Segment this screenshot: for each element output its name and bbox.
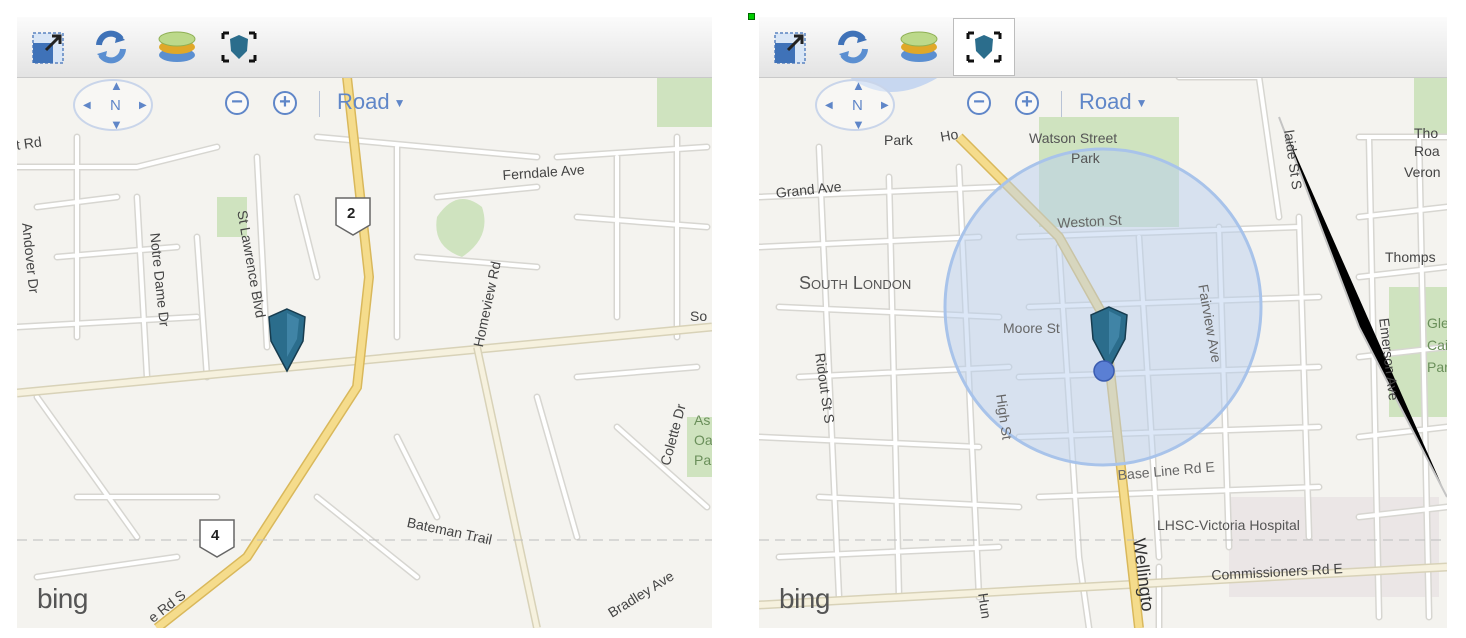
bing-logo: bing (779, 583, 830, 614)
layers-icon (158, 31, 196, 62)
locate-me-icon (221, 31, 257, 63)
poi-label: Gle (1427, 315, 1447, 331)
compass-control[interactable]: ▲ ◀ N ▶ ▼ (73, 79, 153, 131)
street-label: Moore St (1003, 320, 1060, 336)
compass-north: N (852, 97, 863, 114)
layers-button[interactable] (153, 23, 201, 71)
poi-label: Cai (1427, 337, 1447, 353)
map-canvas[interactable] (17, 77, 712, 628)
locate-me-icon (966, 31, 1002, 63)
street-label: Thomps (1385, 249, 1436, 265)
map-toolbar (17, 17, 712, 78)
bing-logo: bing (37, 583, 88, 614)
poi-label: Pa (694, 452, 712, 468)
selection-marker (748, 13, 755, 20)
divider (1061, 91, 1062, 117)
street-label: Roa (1414, 143, 1440, 159)
zoom-in-button[interactable]: + (1015, 91, 1039, 115)
divider (319, 91, 320, 117)
layers-icon (900, 31, 938, 62)
map-style-dropdown[interactable]: Road ▼ (337, 89, 405, 115)
zoom-in-button[interactable]: + (273, 91, 297, 115)
pan-up-icon[interactable]: ▲ (110, 79, 123, 92)
locate-me-button[interactable] (953, 18, 1015, 76)
street-label: Veron (1404, 164, 1441, 180)
street-label: Hun (975, 592, 995, 620)
refresh-icon (96, 30, 126, 64)
map-panel-left: ▲ ◀ N ▶ ▼ − + Road ▼ t Rd Ferndale Ave An… (17, 17, 712, 628)
pan-left-icon[interactable]: ◀ (825, 99, 833, 112)
map-style-dropdown[interactable]: Road ▼ (1079, 89, 1147, 115)
park-label: Park (1071, 150, 1100, 166)
pan-down-icon[interactable]: ▼ (110, 118, 123, 131)
highway-number: 2 (347, 205, 356, 222)
pan-left-icon[interactable]: ◀ (83, 99, 91, 112)
compass-north: N (110, 97, 121, 114)
map-navigation: ▲ ◀ N ▶ ▼ − + Road ▼ (759, 77, 1447, 133)
poi-label: Par (1427, 359, 1447, 375)
park-label: Park (884, 132, 913, 148)
poi-label: Oa (694, 432, 712, 448)
district-label: South London (799, 273, 912, 293)
expand-button[interactable] (767, 23, 815, 71)
pan-down-icon[interactable]: ▼ (852, 118, 865, 131)
zoom-out-button[interactable]: − (225, 91, 249, 115)
locate-me-button[interactable] (215, 23, 263, 71)
map-toolbar (759, 17, 1447, 78)
pan-right-icon[interactable]: ▶ (881, 99, 889, 112)
refresh-icon (838, 30, 868, 64)
refresh-button[interactable] (87, 23, 135, 71)
expand-button[interactable] (25, 23, 73, 71)
poi-label: As (694, 412, 711, 428)
street-label: So (690, 308, 708, 324)
pan-up-icon[interactable]: ▲ (852, 79, 865, 92)
location-pin-icon[interactable] (265, 307, 309, 373)
poi-label: LHSC-Victoria Hospital (1157, 517, 1300, 533)
expand-icon (774, 32, 806, 64)
expand-icon (32, 32, 64, 64)
map-panel-right: ▲ ◀ N ▶ ▼ − + Road ▼ Park Ho Watson Stree… (759, 17, 1447, 628)
street-label: Weston St (1057, 211, 1123, 231)
highway-number: 4 (211, 527, 220, 544)
zoom-out-button[interactable]: − (967, 91, 991, 115)
layers-button[interactable] (895, 23, 943, 71)
refresh-button[interactable] (829, 23, 877, 71)
current-location-dot (1093, 360, 1115, 382)
pan-right-icon[interactable]: ▶ (139, 99, 147, 112)
compass-control[interactable]: ▲ ◀ N ▶ ▼ (815, 79, 895, 131)
map-navigation: ▲ ◀ N ▶ ▼ − + Road ▼ (17, 77, 712, 133)
